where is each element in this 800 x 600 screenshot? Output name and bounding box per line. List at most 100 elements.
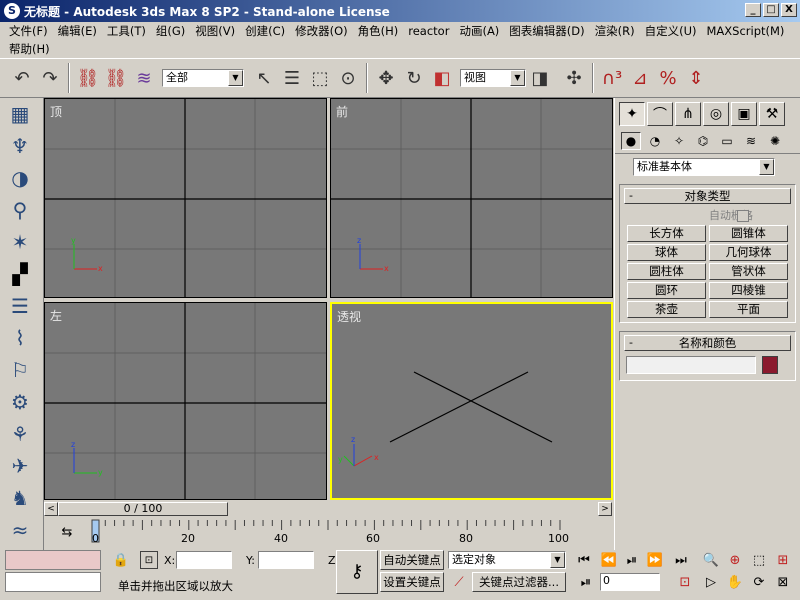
snaps-toggle-icon[interactable]: ∩³ <box>598 63 626 93</box>
select-by-name-icon[interactable]: ☰ <box>278 63 306 93</box>
minimize-button[interactable]: _ <box>745 3 761 17</box>
wave-icon[interactable]: ≈ <box>0 514 40 546</box>
arc-rotate-icon[interactable]: ⟳ <box>750 573 768 591</box>
select-and-manipulate-icon[interactable]: ✣ <box>560 63 588 93</box>
menu-edit[interactable]: 编辑(E) <box>53 22 102 40</box>
autogrid-checkbox[interactable] <box>737 210 749 222</box>
pyramid-button[interactable]: 四棱锥 <box>709 282 788 299</box>
objects-icon[interactable]: ▦ <box>0 98 40 130</box>
menu-reactor[interactable]: reactor <box>403 22 454 40</box>
maxscript-listener-pink[interactable] <box>5 550 101 570</box>
lights-icon[interactable]: ✧ <box>669 132 689 150</box>
create-tab-icon[interactable]: ✦ <box>619 102 645 126</box>
key-mode-dropdown[interactable]: 选定对象 ▼ <box>448 551 566 569</box>
menu-rendering[interactable]: 渲染(R) <box>590 22 640 40</box>
pan-icon[interactable]: ✋ <box>726 573 744 591</box>
scale-icon[interactable]: ◧ <box>428 63 456 93</box>
track-bar[interactable]: ⇆ 0 20 40 60 80 100 <box>44 518 614 548</box>
absolute-mode-icon[interactable]: ⊡ <box>140 551 158 569</box>
undo-icon[interactable]: ↶ <box>8 63 36 93</box>
bone-icon[interactable]: ⌇ <box>0 322 40 354</box>
camera-icon[interactable]: ✈ <box>0 450 40 482</box>
lamp-icon[interactable]: ⚐ <box>0 354 40 386</box>
menu-animation[interactable]: 动画(A) <box>454 22 504 40</box>
torus-button[interactable]: 圆环 <box>627 282 706 299</box>
plane-button[interactable]: 平面 <box>709 301 788 318</box>
zoom-extents-icon[interactable]: ⬚ <box>750 551 768 569</box>
chevron-left-icon[interactable]: < <box>44 502 58 516</box>
modify-tab-icon[interactable]: ⌒ <box>647 102 673 126</box>
stack-icon[interactable]: ☰ <box>0 290 40 322</box>
hierarchy-tab-icon[interactable]: ⋔ <box>675 102 701 126</box>
key-mode-toggle-icon[interactable]: ⚷ <box>336 550 378 594</box>
box-button[interactable]: 长方体 <box>627 225 706 242</box>
hierarchy-icon[interactable]: ⚘ <box>0 418 40 450</box>
menu-modifiers[interactable]: 修改器(O) <box>290 22 353 40</box>
select-link-icon[interactable]: ⛓ <box>74 63 102 93</box>
auto-key-button[interactable]: 自动关键点 <box>380 550 444 570</box>
particles-icon[interactable]: ✶ <box>0 226 40 258</box>
app-icon[interactable]: S <box>4 3 20 19</box>
move-icon[interactable]: ✥ <box>372 63 400 93</box>
chevron-down-icon[interactable]: ▼ <box>510 70 525 86</box>
systems-icon[interactable]: ✺ <box>765 132 785 150</box>
menu-character[interactable]: 角色(H) <box>353 22 404 40</box>
unlink-icon[interactable]: ⛓ <box>102 63 130 93</box>
zoom-region-icon[interactable]: ▷ <box>702 573 720 591</box>
menu-create[interactable]: 创建(C) <box>240 22 290 40</box>
time-slider[interactable]: 0 / 100 <box>58 502 228 516</box>
menu-views[interactable]: 视图(V) <box>190 22 240 40</box>
materials-icon[interactable]: ▞ <box>0 258 40 290</box>
sphere-button[interactable]: 球体 <box>627 244 706 261</box>
tube-button[interactable]: 管状体 <box>709 263 788 280</box>
time-configuration-icon[interactable]: ⊡ <box>676 573 694 591</box>
percent-snap-icon[interactable]: % <box>654 63 682 93</box>
rotate-icon[interactable]: ↻ <box>400 63 428 93</box>
key-mode-toggle-icon[interactable]: ⏯ <box>577 573 595 591</box>
cameras-icon[interactable]: ⌬ <box>693 132 713 150</box>
menu-file[interactable]: 文件(F) <box>4 22 53 40</box>
bind-space-warp-icon[interactable]: ≋ <box>130 63 158 93</box>
sphere-icon[interactable]: ◑ <box>0 162 40 194</box>
chevron-down-icon[interactable]: ▼ <box>228 70 243 86</box>
zoom-all-icon[interactable]: ⊕ <box>726 551 744 569</box>
object-name-field[interactable] <box>626 356 756 374</box>
zoom-extents-all-icon[interactable]: ⊞ <box>774 551 792 569</box>
menu-graph-editors[interactable]: 图表编辑器(D) <box>504 22 589 40</box>
shapes-icon[interactable]: ♆ <box>0 130 40 162</box>
motion-tab-icon[interactable]: ◎ <box>703 102 729 126</box>
maximize-viewport-icon[interactable]: ⊠ <box>774 573 792 591</box>
chevron-down-icon[interactable]: ▼ <box>759 159 774 175</box>
rectangular-selection-icon[interactable]: ⬚ <box>306 63 334 93</box>
y-coordinate-field[interactable] <box>258 551 314 569</box>
menu-help[interactable]: 帮助(H) <box>4 40 55 58</box>
viewport-perspective[interactable]: 透视 x y z <box>330 302 613 500</box>
zoom-icon[interactable]: 🔍 <box>702 551 720 569</box>
reference-coordinate-dropdown[interactable]: 视图 ▼ <box>460 69 526 87</box>
chevron-right-icon[interactable]: > <box>598 502 612 516</box>
chevron-down-icon[interactable]: ▼ <box>550 552 565 568</box>
object-color-swatch[interactable] <box>762 356 778 374</box>
set-key-button[interactable]: 设置关键点 <box>380 572 444 592</box>
current-frame-field[interactable]: 0 <box>600 573 660 591</box>
shapes-icon[interactable]: ◔ <box>645 132 665 150</box>
viewport-top[interactable]: 顶 x y <box>44 98 327 298</box>
window-crossing-icon[interactable]: ⊙ <box>334 63 362 93</box>
go-to-end-icon[interactable]: ⏭ <box>672 551 690 569</box>
object-category-dropdown[interactable]: 标准基本体 ▼ <box>633 158 775 176</box>
menu-maxscript[interactable]: MAXScript(M) <box>701 22 789 40</box>
next-frame-icon[interactable]: ⏩ <box>646 551 664 569</box>
spinner-snap-icon[interactable]: ⇕ <box>682 63 710 93</box>
angle-snap-icon[interactable]: ⊿ <box>626 63 654 93</box>
teapot-button[interactable]: 茶壶 <box>627 301 706 318</box>
display-tab-icon[interactable]: ▣ <box>731 102 757 126</box>
cylinder-button[interactable]: 圆柱体 <box>627 263 706 280</box>
geosphere-button[interactable]: 几何球体 <box>709 244 788 261</box>
select-object-icon[interactable]: ↖ <box>250 63 278 93</box>
menu-group[interactable]: 组(G) <box>151 22 190 40</box>
helpers-icon[interactable]: ▭ <box>717 132 737 150</box>
viewport-left[interactable]: 左 y z <box>44 302 327 500</box>
redo-icon[interactable]: ↷ <box>36 63 64 93</box>
space-warps-icon[interactable]: ≋ <box>741 132 761 150</box>
menu-tools[interactable]: 工具(T) <box>102 22 151 40</box>
